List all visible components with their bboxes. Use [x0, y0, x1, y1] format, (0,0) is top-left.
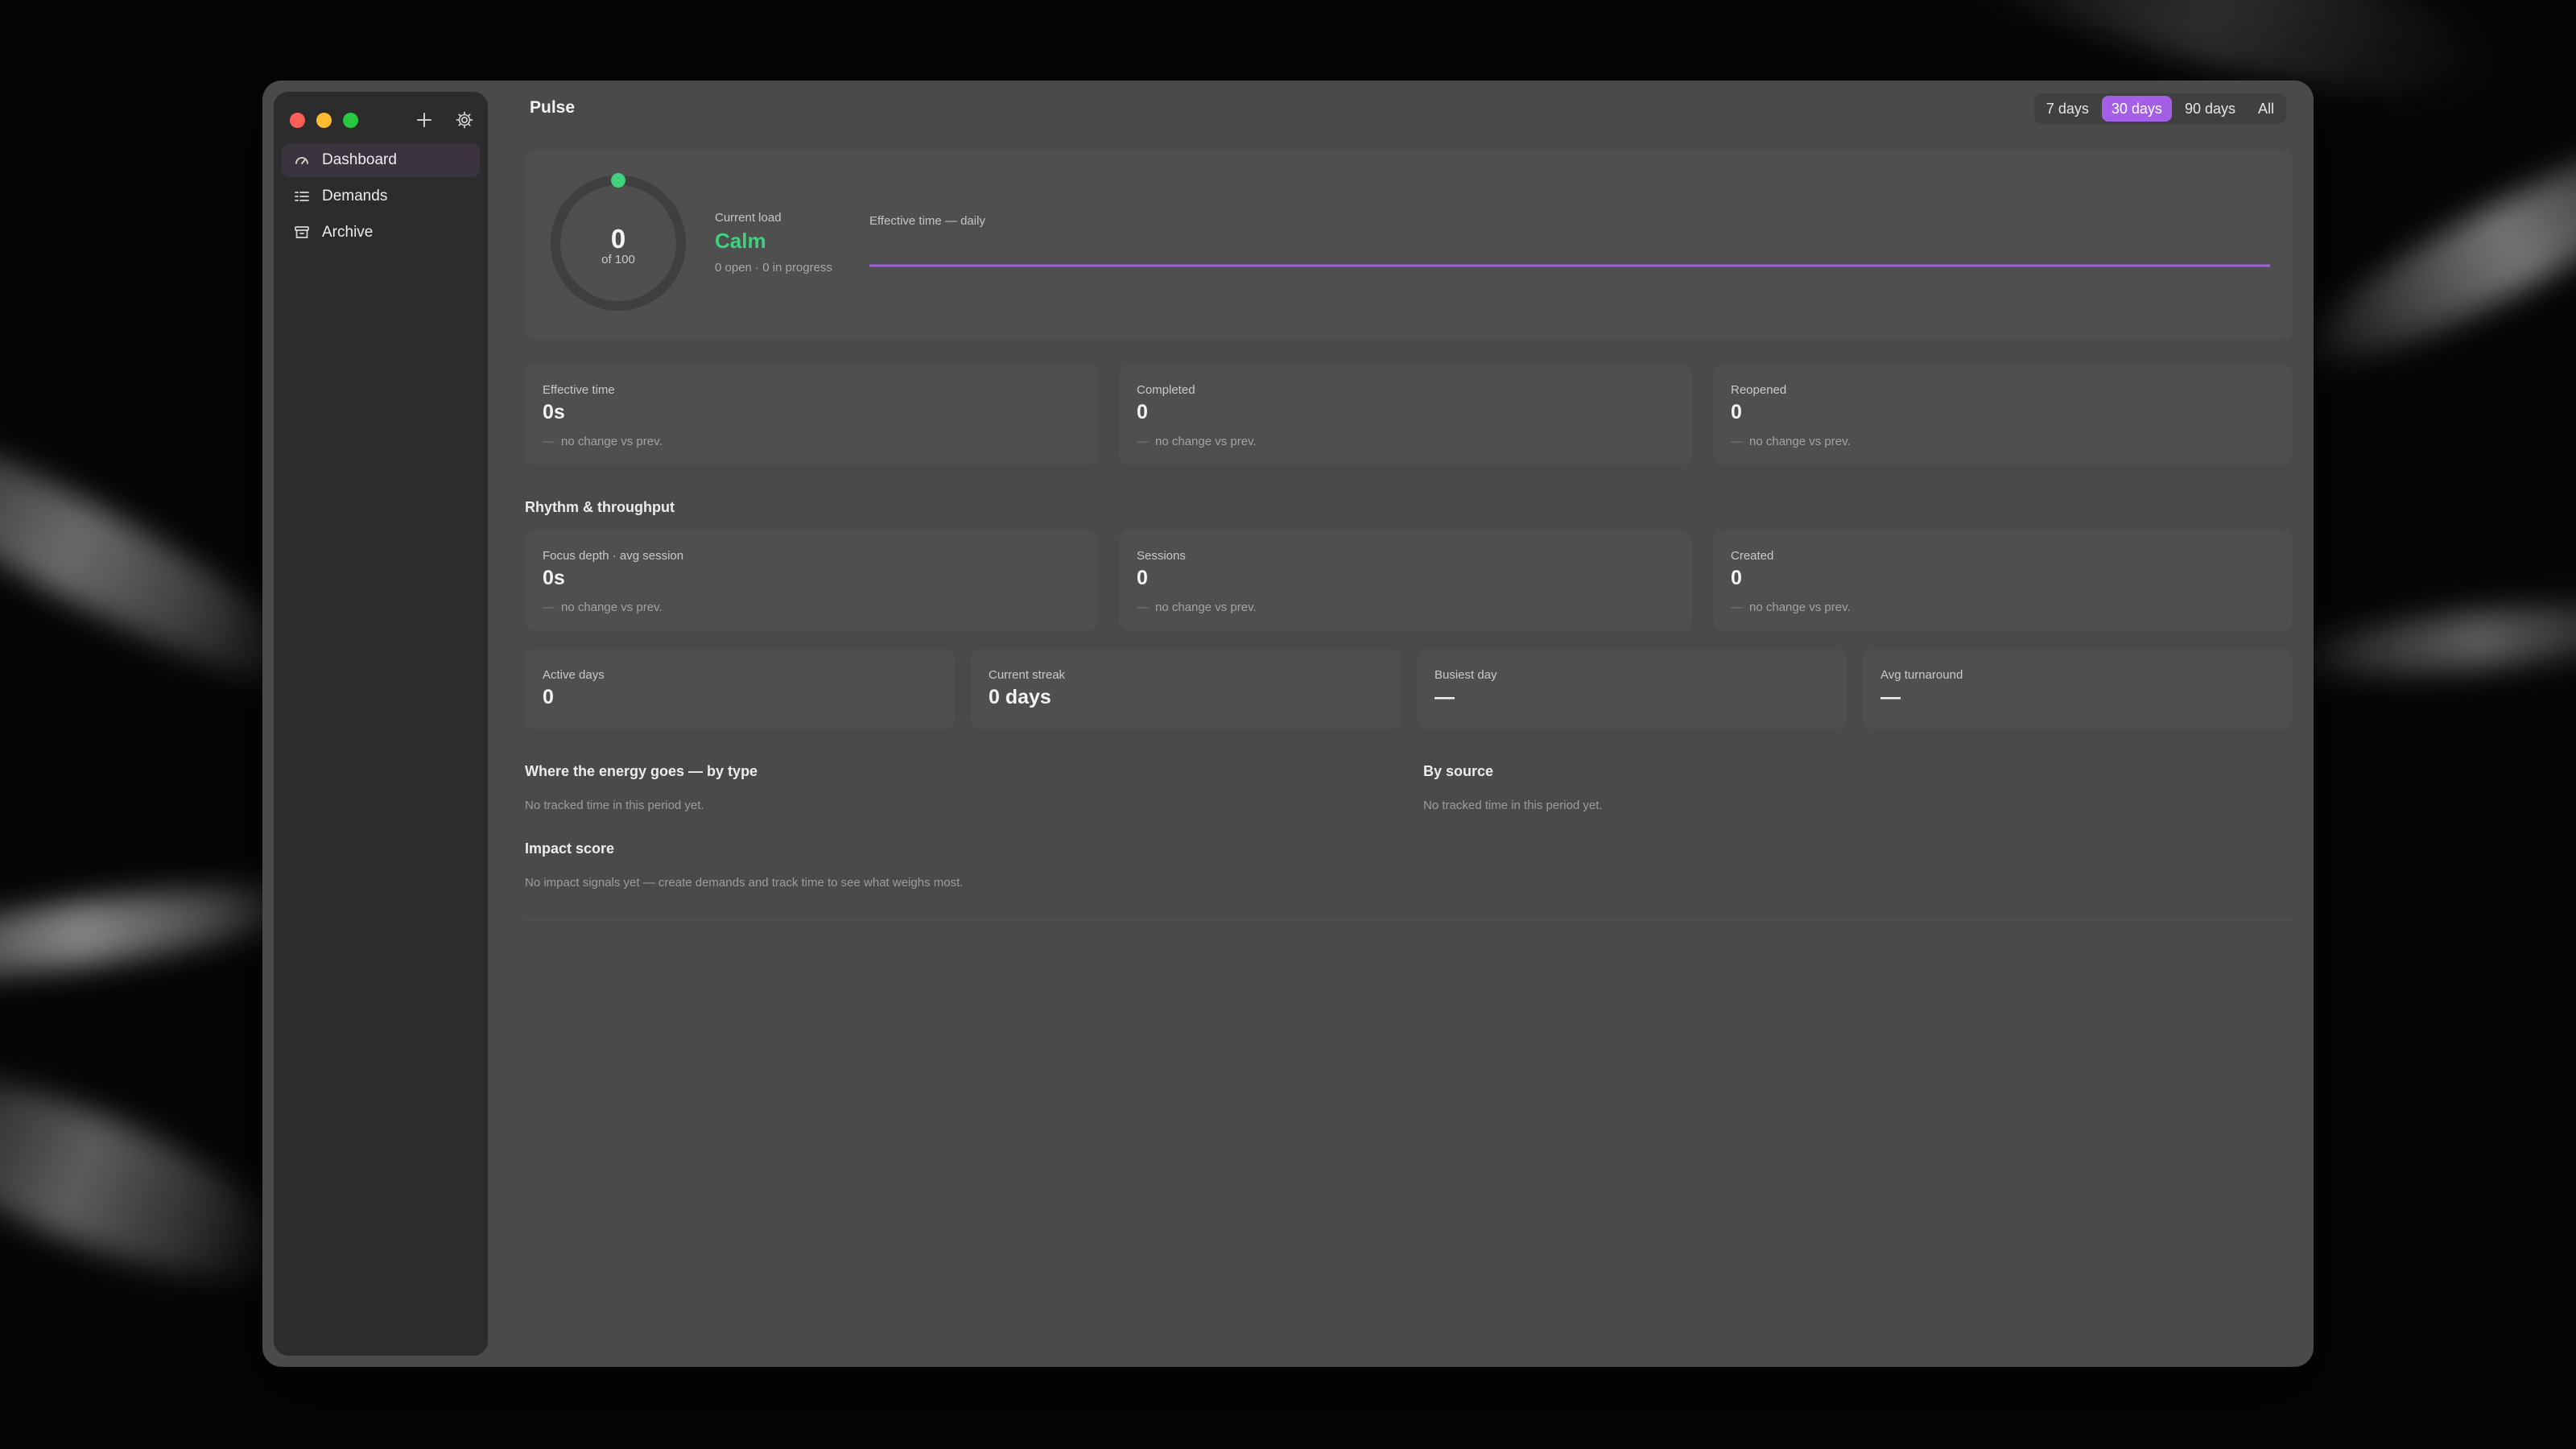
impact-empty-state: No impact signals yet — create demands a…: [525, 876, 964, 890]
range-selector: 7 days 30 days 90 days All: [2033, 93, 2286, 124]
stat-card-active-days: Active days 0: [525, 649, 955, 729]
range-7-days-button[interactable]: 7 days: [2037, 96, 2099, 122]
stat-change: — no change vs prev.: [543, 601, 663, 614]
impact-section-title: Impact score: [525, 840, 615, 857]
sidebar-item-archive[interactable]: Archive: [282, 216, 480, 250]
minimize-button[interactable]: [316, 113, 332, 128]
stat-value: 0: [1137, 567, 1148, 589]
energy-section-title: Where the energy goes — by type: [525, 763, 758, 779]
stat-card-completed: Completed 0 — no change vs prev.: [1119, 364, 1692, 465]
effective-time-sparkline: [869, 264, 2270, 267]
stat-label: Created: [1731, 549, 1774, 563]
plus-icon[interactable]: [412, 108, 436, 132]
sidebar-toolbar: [412, 108, 477, 132]
stat-label: Current streak: [989, 668, 1066, 682]
load-summary-card: 0 of 100 Current load Calm 0 open · 0 in…: [525, 150, 2293, 340]
sidebar-item-demands[interactable]: Demands: [282, 180, 480, 213]
list-icon: [293, 188, 311, 205]
archive-icon: [293, 224, 311, 242]
stat-label: Completed: [1137, 383, 1195, 397]
stat-label: Effective time: [543, 383, 615, 397]
sparkline-label: Effective time — daily: [869, 214, 985, 228]
stat-card-effective-time: Effective time 0s — no change vs prev.: [525, 364, 1098, 465]
stat-value: 0s: [543, 401, 565, 423]
stat-label: Sessions: [1137, 549, 1186, 563]
stat-card-avg-turnaround: Avg turnaround —: [1863, 649, 2293, 729]
sidebar-item-label: Archive: [322, 224, 374, 241]
current-load-meta: 0 open · 0 in progress: [715, 261, 832, 275]
stat-change: — no change vs prev.: [1731, 435, 1851, 448]
stat-change: — no change vs prev.: [1137, 601, 1257, 614]
close-button[interactable]: [290, 113, 305, 128]
stat-value: 0: [543, 686, 554, 708]
sidebar-nav: Dashboard Demands Archive: [282, 143, 480, 252]
current-load-label: Current load: [715, 211, 782, 225]
zoom-button[interactable]: [343, 113, 358, 128]
stat-card-current-streak: Current streak 0 days: [971, 649, 1401, 729]
stat-card-busiest-day: Busiest day —: [1417, 649, 1847, 729]
gauge-value: 0: [610, 224, 626, 254]
gauge-indicator-icon: [611, 173, 625, 188]
stat-label: Reopened: [1731, 383, 1787, 397]
source-section-title: By source: [1423, 763, 1494, 779]
stat-change: — no change vs prev.: [1137, 435, 1257, 448]
stat-card-reopened: Reopened 0 — no change vs prev.: [1713, 364, 2293, 465]
section-divider: [525, 919, 2293, 920]
stat-value: 0: [1137, 401, 1148, 423]
stat-value: 0 days: [989, 686, 1051, 708]
stat-value: 0: [1731, 567, 1742, 589]
sidebar-item-label: Demands: [322, 188, 388, 204]
page-title: Pulse: [530, 98, 576, 117]
current-load-status: Calm: [715, 229, 766, 253]
stat-card-focus-depth: Focus depth · avg session 0s — no change …: [525, 530, 1098, 631]
gear-icon[interactable]: [452, 108, 477, 132]
stat-value: —: [1880, 686, 1901, 708]
app-window: Dashboard Demands Archive Pulse 7 days 3…: [262, 80, 2314, 1367]
stat-card-created: Created 0 — no change vs prev.: [1713, 530, 2293, 631]
stat-label: Avg turnaround: [1880, 668, 1963, 682]
rhythm-section-title: Rhythm & throughput: [525, 499, 675, 515]
stat-value: 0: [1731, 401, 1742, 423]
gauge-max: of 100: [601, 253, 635, 266]
sidebar-item-dashboard[interactable]: Dashboard: [282, 143, 480, 177]
main-content: Pulse 7 days 30 days 90 days All 0 of 10…: [518, 80, 2314, 1367]
gauge-icon: [293, 151, 311, 169]
sidebar-item-label: Dashboard: [322, 151, 397, 168]
energy-empty-state: No tracked time in this period yet.: [525, 799, 704, 812]
stat-change: — no change vs prev.: [543, 435, 663, 448]
stat-card-sessions: Sessions 0 — no change vs prev.: [1119, 530, 1692, 631]
stat-label: Focus depth · avg session: [543, 549, 684, 563]
range-30-days-button[interactable]: 30 days: [2101, 96, 2172, 122]
stat-label: Busiest day: [1435, 668, 1497, 682]
stat-label: Active days: [543, 668, 605, 682]
sidebar: Dashboard Demands Archive: [274, 92, 488, 1356]
stat-value: —: [1435, 686, 1455, 708]
source-empty-state: No tracked time in this period yet.: [1423, 799, 1603, 812]
stat-change: — no change vs prev.: [1731, 601, 1851, 614]
window-controls: [290, 113, 358, 128]
range-all-button[interactable]: All: [2248, 96, 2284, 122]
range-90-days-button[interactable]: 90 days: [2175, 96, 2245, 122]
stat-value: 0s: [543, 567, 565, 589]
